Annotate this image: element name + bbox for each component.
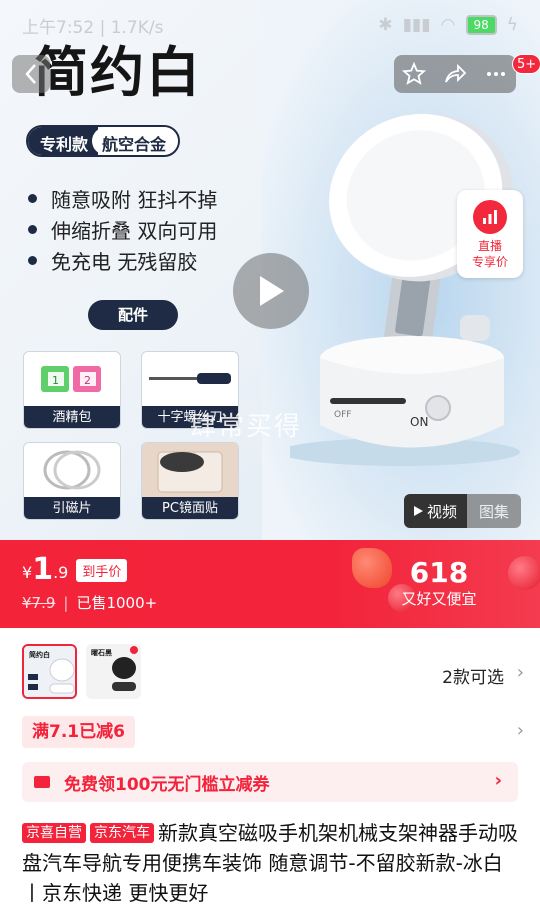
price-decimal: .9 xyxy=(53,563,69,582)
device-on-label: ON xyxy=(410,415,428,429)
sold-count: 已售1000+ xyxy=(76,594,158,612)
feature-list: 随意吸附 狂抖不掉 伸缩折叠 双向可用 免充电 无残留胶 xyxy=(28,183,217,276)
accessory-alcohol-pad: 1 2 酒精包 xyxy=(23,351,121,429)
accessory-label: PC镜面贴 xyxy=(142,497,238,519)
chevron-right-icon: › xyxy=(516,662,524,683)
accessory-label: 酒精包 xyxy=(24,406,120,428)
chevron-right-icon: › xyxy=(516,720,524,741)
balloon-decoration xyxy=(352,548,392,588)
promo-618: 618 又好又便宜 xyxy=(396,558,482,609)
hero-tags: 专利款 航空合金 xyxy=(26,125,181,157)
live-label: 直播 xyxy=(477,239,502,253)
balloon-decoration xyxy=(508,556,540,590)
product-title-block: 京喜自营 京东汽车 新款真空磁吸手机架机械支架神器手动吸盘汽车导航专用便携车装饰 随… xyxy=(22,818,522,908)
product-image-gallery[interactable]: OFF ON 上午7:52 | 1.7K/s ✱ ▮▮▮ ◠ 98 ϟ 简约白 … xyxy=(0,0,540,540)
accessory-pc-mirror: PC镜面贴 xyxy=(141,442,239,520)
price-bar: ¥ 1 .9 到手价 ¥7.9 | 已售1000+ 618 又好又便宜 xyxy=(0,540,540,628)
price-currency: ¥ xyxy=(22,563,33,582)
variant-count: 2款可选 xyxy=(442,668,504,688)
thumb-label-white: 简约白 xyxy=(29,650,50,659)
star-icon[interactable] xyxy=(402,62,427,86)
thumb-label-black: 曜石黑 xyxy=(91,648,112,657)
screwdriver-icon xyxy=(149,373,231,384)
discount-tag: 满7.1已减6 xyxy=(22,716,135,748)
pad-2-label: 2 xyxy=(84,374,91,387)
tag-alloy: 航空合金 xyxy=(92,127,179,155)
alcohol-pad-icon: 1 2 xyxy=(41,366,101,392)
feature-item: 伸缩折叠 双向可用 xyxy=(28,214,217,245)
promo-number: 618 xyxy=(409,556,469,589)
live-price-button[interactable]: 直播 专享价 xyxy=(457,190,523,278)
signal-icon: ▮▮▮ xyxy=(402,15,431,35)
media-toggle: 视频 图集 xyxy=(404,494,522,528)
discount-row[interactable]: 满7.1已减6 › xyxy=(0,716,540,756)
charging-icon: ϟ xyxy=(506,15,518,35)
tag-patent: 专利款 xyxy=(28,127,99,155)
device-off-label: OFF xyxy=(334,410,351,420)
battery-indicator: 98 xyxy=(465,15,497,35)
live-chart-icon xyxy=(483,210,497,224)
share-icon[interactable] xyxy=(443,62,467,86)
coupon-text: 免费领100元无门槛立减券 xyxy=(64,774,270,795)
top-actions xyxy=(394,55,516,93)
accessory-title: 配件 xyxy=(88,300,178,330)
feature-item: 随意吸附 狂抖不掉 xyxy=(28,183,217,214)
tab-gallery[interactable]: 图集 xyxy=(467,494,522,528)
badge-jd-auto: 京东汽车 xyxy=(90,823,154,843)
back-button[interactable] xyxy=(12,55,50,93)
more-icon[interactable] xyxy=(484,62,508,86)
play-video-button[interactable] xyxy=(233,253,309,329)
tab-video[interactable]: 视频 xyxy=(404,494,468,528)
bluetooth-icon: ✱ xyxy=(378,15,393,35)
chevron-right-icon: › xyxy=(494,770,502,791)
variant-selector[interactable]: 简约白 曜石黑 2款可选 › xyxy=(0,628,540,716)
final-price-tag: 到手价 xyxy=(76,559,128,582)
metal-plate-icon xyxy=(43,450,101,490)
pad-1-label: 1 xyxy=(52,374,59,387)
feature-item: 免充电 无残留胶 xyxy=(28,245,217,276)
promo-text: 又好又便宜 xyxy=(401,590,477,608)
original-price: ¥7.9 xyxy=(22,593,56,612)
variant-thumb-black[interactable]: 曜石黑 xyxy=(86,644,141,699)
live-sub-label: 专享价 xyxy=(471,255,508,269)
device-illustration: OFF ON xyxy=(290,113,520,466)
message-badge: 5+ xyxy=(512,54,540,74)
play-small-icon xyxy=(414,506,423,516)
accessory-metal-plate: 引磁片 xyxy=(23,442,121,520)
pc-mirror-icon xyxy=(157,451,223,493)
badge-self-operated: 京喜自营 xyxy=(22,823,86,843)
wifi-icon: ◠ xyxy=(440,15,456,35)
price-row: ¥ 1 .9 到手价 xyxy=(22,552,128,587)
hero-title: 简约白 xyxy=(34,41,202,104)
coupon-icon xyxy=(34,776,50,788)
accessory-label: 引磁片 xyxy=(24,497,120,519)
coupon-row[interactable]: 免费领100元无门槛立减券 › xyxy=(22,762,518,802)
price-integer: 1 xyxy=(32,552,54,587)
variant-thumb-white[interactable]: 简约白 xyxy=(22,644,77,699)
play-icon xyxy=(260,276,284,306)
price-sub: ¥7.9 | 已售1000+ xyxy=(22,593,158,613)
watermark: 肆常买得 xyxy=(190,412,303,442)
back-icon xyxy=(25,64,36,84)
